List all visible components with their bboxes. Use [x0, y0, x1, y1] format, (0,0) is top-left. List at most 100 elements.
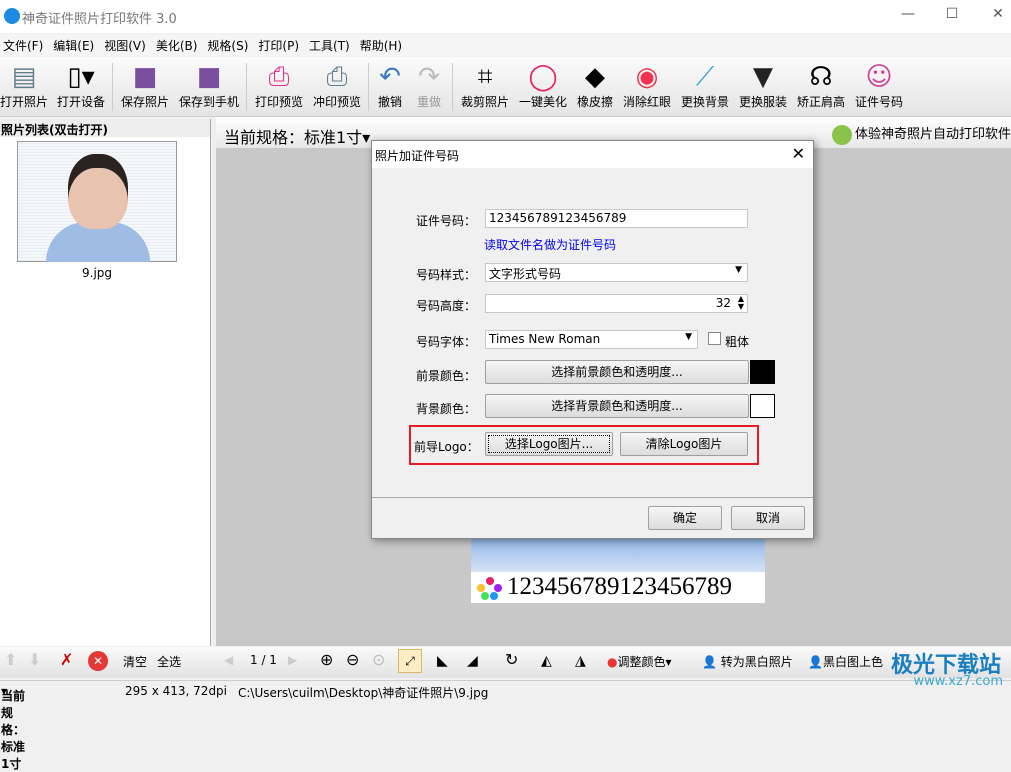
spinner-arrows-icon[interactable]: ▲ ▼ — [738, 295, 744, 311]
rotate-right-icon[interactable]: ◢ — [467, 653, 478, 669]
logo-label: 前导Logo： — [414, 440, 479, 454]
prev-page-icon[interactable]: ◀ — [224, 653, 233, 667]
clear-logo-button[interactable]: 清除Logo图片 — [620, 432, 748, 456]
fg-color-swatch — [750, 360, 775, 384]
zoom-out-icon[interactable]: ⊖ — [346, 650, 359, 669]
change-background-button[interactable]: ⟋ 更换背景 — [681, 61, 729, 110]
eraser-icon: ◆ — [585, 62, 605, 92]
crop-button[interactable]: ⌗ 裁剪照片 — [461, 61, 509, 110]
dialog-title: 照片加证件号码 — [372, 141, 813, 168]
zoom-in-icon[interactable]: ⊕ — [320, 650, 333, 669]
menu-beautify[interactable]: 美化(B) — [153, 34, 205, 56]
menu-view[interactable]: 视图(V) — [101, 34, 153, 56]
person-color-icon: 👤 — [808, 655, 823, 669]
add-id-number-dialog: 照片加证件号码 ✕ 证件号码： 123456789123456789 读取文件名… — [371, 140, 814, 539]
menu-spec[interactable]: 规格(S) — [204, 34, 255, 56]
suit-icon: ▼ — [753, 62, 773, 92]
brush-icon: ⟋ — [695, 62, 715, 92]
dialog-close-button[interactable]: ✕ — [792, 144, 805, 163]
person-icon: 👤 — [702, 655, 717, 669]
maximize-button[interactable]: ☐ — [942, 6, 962, 26]
bg-color-swatch — [750, 394, 775, 418]
redo-button[interactable]: ↷ 重做 — [417, 61, 441, 110]
save-photo-button[interactable]: ■ 保存照片 — [121, 61, 169, 110]
rotate-left-icon[interactable]: ◣ — [437, 653, 448, 669]
menu-edit[interactable]: 编辑(E) — [50, 34, 101, 56]
open-photo-button[interactable]: ▤ 打开照片 — [0, 61, 48, 110]
minimize-button[interactable]: — — [898, 6, 918, 26]
color-ring-icon: ◯ — [528, 62, 558, 92]
clear-button[interactable]: 清空 — [123, 653, 147, 670]
style-select[interactable]: 文字形式号码 ▼ — [485, 263, 748, 282]
window-title: 神奇证件照片打印软件 3.0 — [22, 12, 177, 27]
printer-icon: ⎙ — [268, 62, 290, 92]
print-preview-button[interactable]: ⎙ 打印预览 — [255, 61, 303, 110]
id-label: 证件号码： — [416, 214, 477, 228]
undo-button[interactable]: ↶ 撤销 — [378, 61, 402, 110]
toolbar: ▤ 打开照片 ▯▾ 打开设备 ■ 保存照片 ■ 保存到手机 ⎙ 打印预览 ⎙ 冲印预览 ↶ 撤… — [0, 57, 1011, 117]
menu-print[interactable]: 打印(P) — [255, 34, 306, 56]
undo-icon: ↶ — [379, 62, 401, 92]
photo-id-number: 123456789123456789 — [507, 573, 732, 600]
fit-screen-icon[interactable]: ⤢ — [398, 649, 422, 673]
select-all-button[interactable]: 全选 — [157, 653, 181, 670]
change-clothes-button[interactable]: ▼ 更换服装 — [739, 61, 787, 110]
menu-help[interactable]: 帮助(H) — [357, 34, 409, 56]
save-to-phone-button[interactable]: ■ 保存到手机 — [179, 61, 239, 110]
font-label: 号码字体： — [416, 335, 477, 349]
develop-preview-button[interactable]: ⎙ 冲印预览 — [313, 61, 361, 110]
rgb-icon: ● — [607, 655, 618, 669]
menu-tools[interactable]: 工具(T) — [306, 34, 357, 56]
status-spec[interactable]: 当前规格：标准1寸 ▾ — [1, 684, 25, 771]
next-page-icon[interactable]: ▶ — [288, 653, 297, 667]
select-bg-color-button[interactable]: 选择背景颜色和透明度... — [485, 394, 749, 418]
id-number-button[interactable]: ☺ 证件号码 — [855, 61, 903, 110]
open-device-button[interactable]: ▯▾ 打开设备 — [57, 61, 105, 110]
bold-checkbox[interactable] — [708, 332, 721, 345]
flip-horizontal-icon[interactable]: ◭ — [541, 653, 552, 669]
font-select[interactable]: Times New Roman ▼ — [485, 330, 698, 349]
style-label: 号码样式： — [416, 268, 477, 282]
save-to-phone-icon: ■ — [196, 62, 222, 92]
photo-list-panel: 照片列表(双击打开) 9.jpg — [0, 119, 211, 646]
zoom-reset-icon[interactable]: ⊙ — [372, 650, 385, 669]
logo-icon — [477, 577, 503, 601]
chevron-down-icon: ▼ — [685, 332, 692, 342]
height-label: 号码高度： — [416, 299, 477, 313]
promo-link[interactable]: 体验神奇照片自动打印软件 — [831, 123, 1011, 145]
menu-bar: 文件(F) 编辑(E) 视图(V) 美化(B) 规格(S) 打印(P) 工具(T… — [0, 34, 1011, 56]
colorize-button[interactable]: 👤黑白图上色 — [808, 653, 883, 670]
select-fg-color-button[interactable]: 选择前景颜色和透明度... — [485, 360, 749, 384]
photo-preview: 123456789123456789 — [471, 537, 765, 603]
ok-button[interactable]: 确定 — [648, 506, 722, 530]
red-eye-button[interactable]: ◉ 消除红眼 — [623, 61, 671, 110]
close-button[interactable]: ✕ — [988, 6, 1008, 26]
phone-icon: ▯▾ — [67, 62, 95, 92]
cancel-button[interactable]: 取消 — [731, 506, 805, 530]
spec-dropdown[interactable]: 当前规格：标准1寸▾ — [224, 124, 370, 148]
beautify-button[interactable]: ◯ 一键美化 — [519, 61, 567, 110]
id-number-input[interactable]: 123456789123456789 — [485, 209, 748, 228]
open-photo-icon: ▤ — [11, 62, 37, 92]
eye-icon: ◉ — [635, 62, 659, 92]
to-bw-button[interactable]: 👤 转为黑白照片 — [702, 653, 793, 670]
eraser-button[interactable]: ◆ 橡皮擦 — [577, 61, 613, 110]
bg-color-label: 背景颜色： — [416, 402, 477, 416]
refresh-icon[interactable]: ↻ — [505, 650, 518, 669]
flip-vertical-icon[interactable]: ◮ — [575, 653, 586, 669]
redo-icon: ↷ — [418, 62, 440, 92]
remove-icon[interactable]: ✕ — [88, 651, 108, 671]
select-logo-button[interactable]: 选择Logo图片... — [485, 432, 613, 456]
bold-label: 粗体 — [725, 335, 750, 349]
read-filename-link[interactable]: 读取文件名做为证件号码 — [484, 236, 616, 253]
height-spinbox[interactable]: 32 ▲ ▼ — [485, 294, 748, 313]
menu-file[interactable]: 文件(F) — [0, 34, 50, 56]
title-bar: 神奇证件照片打印软件 3.0 — ☐ ✕ — [0, 0, 1011, 33]
adjust-color-button[interactable]: ●调整颜色▾ — [607, 653, 672, 670]
move-up-icon[interactable]: ⬆ — [4, 650, 17, 669]
move-down-icon[interactable]: ⬇ — [28, 650, 41, 669]
shoulder-button[interactable]: ☊ 矫正肩高 — [797, 61, 845, 110]
photo-thumbnail[interactable] — [17, 141, 177, 262]
status-bar: 当前规格：标准1寸 ▾ 295 x 413, 72dpi C:\Users\cui… — [0, 680, 1011, 771]
delete-file-icon[interactable]: ✗ — [60, 650, 73, 669]
